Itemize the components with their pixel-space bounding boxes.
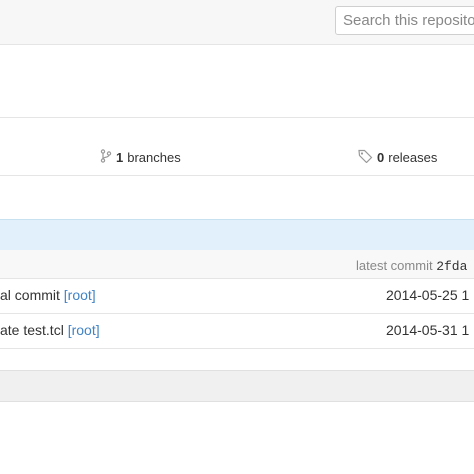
branch-selector-bar bbox=[0, 219, 474, 251]
releases-count: 0 bbox=[377, 150, 385, 165]
commit-message[interactable]: ate test.tcl bbox=[0, 322, 64, 338]
branches-stat[interactable]: 1 branches bbox=[100, 149, 181, 166]
branch-icon bbox=[100, 149, 112, 166]
readme-header-bar bbox=[0, 370, 474, 402]
releases-label: releases bbox=[388, 150, 438, 165]
commit-date: 2014-05-25 1 bbox=[386, 287, 470, 303]
divider bbox=[0, 175, 474, 176]
commit-message[interactable]: al commit bbox=[0, 287, 60, 303]
branches-label: branches bbox=[127, 150, 181, 165]
file-row: al commit [root] 2014-05-25 1 bbox=[0, 279, 474, 314]
latest-commit-sha[interactable]: 2fda bbox=[436, 259, 467, 274]
file-row: ate test.tcl [root] 2014-05-31 1 bbox=[0, 314, 474, 349]
latest-commit-bar: latest commit 2fda bbox=[0, 250, 474, 279]
divider bbox=[0, 117, 474, 118]
tag-icon bbox=[358, 149, 373, 166]
top-header-bar bbox=[0, 0, 474, 45]
commit-date: 2014-05-31 1 bbox=[386, 322, 470, 338]
root-link[interactable]: [root] bbox=[68, 322, 100, 338]
releases-stat[interactable]: 0 releases bbox=[358, 149, 437, 166]
search-input[interactable] bbox=[335, 6, 474, 35]
root-link[interactable]: [root] bbox=[64, 287, 96, 303]
latest-commit-label: latest commit bbox=[356, 258, 433, 273]
branches-count: 1 bbox=[116, 150, 124, 165]
repo-stats-bar: 1 branches 0 releases bbox=[0, 137, 474, 175]
